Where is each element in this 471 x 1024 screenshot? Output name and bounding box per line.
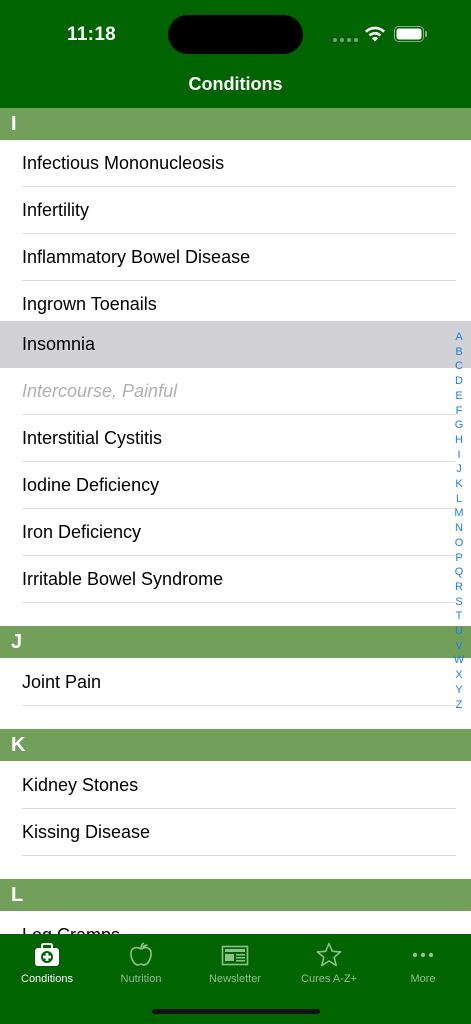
index-letter[interactable]: A [455, 330, 462, 345]
conditions-list[interactable]: I Infectious Mononucleosis Infertility I… [0, 108, 471, 934]
more-icon [412, 952, 434, 958]
tab-label: Newsletter [209, 973, 261, 985]
tab-conditions[interactable]: Conditions [0, 934, 94, 994]
list-item-disabled[interactable]: Intercourse, Painful [0, 368, 471, 415]
section-header-j: J [0, 626, 471, 658]
index-letter[interactable]: B [455, 345, 462, 360]
row-divider [22, 855, 456, 856]
index-letter[interactable]: T [456, 609, 463, 624]
list-item-selected[interactable]: Insomnia [0, 321, 471, 368]
index-letter[interactable]: N [455, 521, 463, 536]
section-index[interactable]: ABCDEFGHIJKLMNOPQRSTUVWXYZ [452, 330, 466, 712]
list-item[interactable]: Iron Deficiency [0, 509, 471, 556]
wifi-icon [365, 26, 385, 42]
section-header-k: K [0, 729, 471, 761]
index-letter[interactable]: M [454, 506, 463, 521]
navigation-bar: 11:18 Conditions [0, 0, 471, 108]
list-item-label: Infertility [22, 200, 90, 220]
list-item[interactable]: Leg Cramps [0, 912, 471, 934]
list-item-label: Iron Deficiency [22, 522, 142, 542]
list-item[interactable]: Infertility [0, 187, 471, 234]
row-divider [22, 602, 456, 603]
index-letter[interactable]: I [457, 448, 460, 463]
status-time: 11:18 [67, 24, 117, 45]
list-item-label: Irritable Bowel Syndrome [22, 569, 224, 589]
list-item[interactable]: Irritable Bowel Syndrome [0, 556, 471, 603]
list-item-label: Kidney Stones [22, 775, 139, 795]
page-title: Conditions [188, 74, 283, 94]
newspaper-icon [221, 945, 249, 966]
list-item-label: Inflammatory Bowel Disease [22, 247, 251, 267]
list-item-label: Leg Cramps [22, 912, 120, 934]
list-item[interactable]: Infectious Mononucleosis [0, 140, 471, 187]
list-item[interactable]: Iodine Deficiency [0, 462, 471, 509]
index-letter[interactable]: S [455, 595, 462, 610]
list-item-label: Insomnia [22, 334, 96, 354]
index-letter[interactable]: R [455, 580, 463, 595]
index-letter[interactable]: C [455, 359, 463, 374]
index-letter[interactable]: E [455, 389, 462, 404]
medical-kit-icon [35, 943, 59, 966]
index-letter[interactable]: K [455, 477, 462, 492]
index-letter[interactable]: P [455, 551, 462, 566]
apple-icon [130, 942, 152, 966]
list-item-label: Infectious Mononucleosis [22, 153, 225, 173]
tab-cures-a-z[interactable]: Cures A-Z+ [282, 934, 376, 994]
index-letter[interactable]: U [455, 624, 463, 639]
star-icon [316, 942, 342, 967]
battery-icon [394, 26, 427, 42]
home-indicator[interactable] [152, 1009, 320, 1014]
list-item[interactable]: Joint Pain [0, 659, 471, 706]
index-letter[interactable]: L [456, 492, 462, 507]
index-letter[interactable]: O [455, 536, 464, 551]
list-item[interactable]: Inflammatory Bowel Disease [0, 234, 471, 281]
tab-more[interactable]: More [376, 934, 470, 994]
list-item[interactable]: Kissing Disease [0, 809, 471, 856]
list-item[interactable]: Kidney Stones [0, 762, 471, 809]
index-letter[interactable]: V [455, 639, 462, 654]
index-letter[interactable]: F [456, 404, 463, 419]
section-header-l: L [0, 879, 471, 911]
index-letter[interactable]: J [456, 462, 462, 477]
tab-nutrition[interactable]: Nutrition [94, 934, 188, 994]
list-item-label: Interstitial Cystitis [22, 428, 163, 448]
tab-label: Nutrition [120, 973, 162, 985]
tab-newsletter[interactable]: Newsletter [188, 934, 282, 994]
index-letter[interactable]: Q [455, 565, 464, 580]
section-header-i: I [0, 108, 471, 140]
index-letter[interactable]: H [455, 433, 463, 448]
index-letter[interactable]: G [455, 418, 464, 433]
row-divider [22, 705, 456, 706]
cellular-signal-icon [333, 38, 358, 42]
dynamic-island [168, 15, 303, 54]
index-letter[interactable]: Y [455, 683, 462, 698]
list-item-label: Kissing Disease [22, 822, 151, 842]
list-item[interactable]: Interstitial Cystitis [0, 415, 471, 462]
index-letter[interactable]: W [454, 653, 464, 668]
index-letter[interactable]: X [455, 668, 462, 683]
list-item-label: Iodine Deficiency [22, 475, 160, 495]
tab-label: More [410, 973, 436, 985]
index-letter[interactable]: Z [456, 698, 463, 713]
list-item-label: Joint Pain [22, 672, 102, 692]
tab-label: Cures A-Z+ [301, 973, 357, 985]
index-letter[interactable]: D [455, 374, 463, 389]
tab-label: Conditions [21, 973, 73, 985]
list-item-label: Intercourse, Painful [22, 381, 178, 401]
